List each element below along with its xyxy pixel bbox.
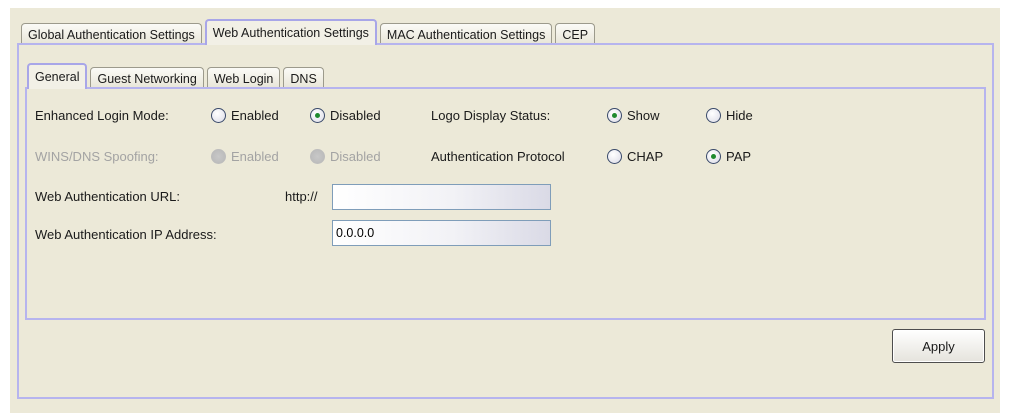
logo-show-radio[interactable]	[607, 108, 622, 123]
authentication-protocol-label: Authentication Protocol	[431, 149, 565, 164]
logo-show-label: Show	[627, 108, 660, 123]
wins-dns-disabled-option: Disabled	[310, 149, 381, 164]
protocol-chap-option[interactable]: CHAP	[607, 149, 663, 164]
top-tab-strip: Global Authentication Settings Web Authe…	[21, 19, 598, 45]
sub-tab-strip: General Guest Networking Web Login DNS	[27, 63, 327, 89]
logo-hide-radio[interactable]	[706, 108, 721, 123]
tab-web-authentication-settings[interactable]: Web Authentication Settings	[204, 19, 377, 45]
apply-button[interactable]: Apply	[892, 329, 985, 363]
protocol-pap-label: PAP	[726, 149, 752, 164]
enhanced-login-enabled-radio[interactable]	[211, 108, 226, 123]
enhanced-login-disabled-radio[interactable]	[310, 108, 325, 123]
wins-dns-enabled-radio	[211, 149, 226, 164]
protocol-chap-label: CHAP	[627, 149, 664, 164]
tab-cep[interactable]: CEP	[555, 23, 596, 45]
logo-display-status-label: Logo Display Status:	[431, 108, 551, 123]
enhanced-login-enabled-label: Enabled	[231, 108, 279, 123]
wins-dns-enabled-option: Enabled	[211, 149, 279, 164]
protocol-pap-radio[interactable]	[706, 149, 721, 164]
tab-web-login[interactable]: Web Login	[206, 67, 281, 89]
wins-dns-spoofing-label: WINS/DNS Spoofing:	[35, 149, 159, 164]
tab-global-authentication-settings[interactable]: Global Authentication Settings	[21, 23, 202, 45]
wins-dns-enabled-label: Enabled	[231, 149, 279, 164]
tab-general[interactable]: General	[27, 63, 88, 89]
enhanced-login-disabled-label: Disabled	[330, 108, 381, 123]
tab-guest-networking[interactable]: Guest Networking	[90, 67, 204, 89]
enhanced-login-enabled-option[interactable]: Enabled	[211, 108, 279, 123]
tab-dns[interactable]: DNS	[283, 67, 324, 89]
wins-dns-disabled-radio	[310, 149, 325, 164]
web-auth-ip-label: Web Authentication IP Address:	[35, 227, 217, 242]
web-auth-url-input[interactable]	[332, 184, 551, 210]
logo-hide-label: Hide	[726, 108, 753, 123]
enhanced-login-disabled-option[interactable]: Disabled	[310, 108, 381, 123]
logo-hide-option[interactable]: Hide	[706, 108, 753, 123]
logo-show-option[interactable]: Show	[607, 108, 660, 123]
tab-mac-authentication-settings[interactable]: MAC Authentication Settings	[379, 23, 553, 45]
web-auth-url-label: Web Authentication URL:	[35, 189, 181, 204]
url-prefix-label: http://	[285, 189, 318, 204]
protocol-chap-radio[interactable]	[607, 149, 622, 164]
protocol-pap-option[interactable]: PAP	[706, 149, 751, 164]
web-auth-ip-input[interactable]	[332, 220, 551, 246]
enhanced-login-mode-label: Enhanced Login Mode:	[35, 108, 169, 123]
wins-dns-disabled-label: Disabled	[330, 149, 381, 164]
